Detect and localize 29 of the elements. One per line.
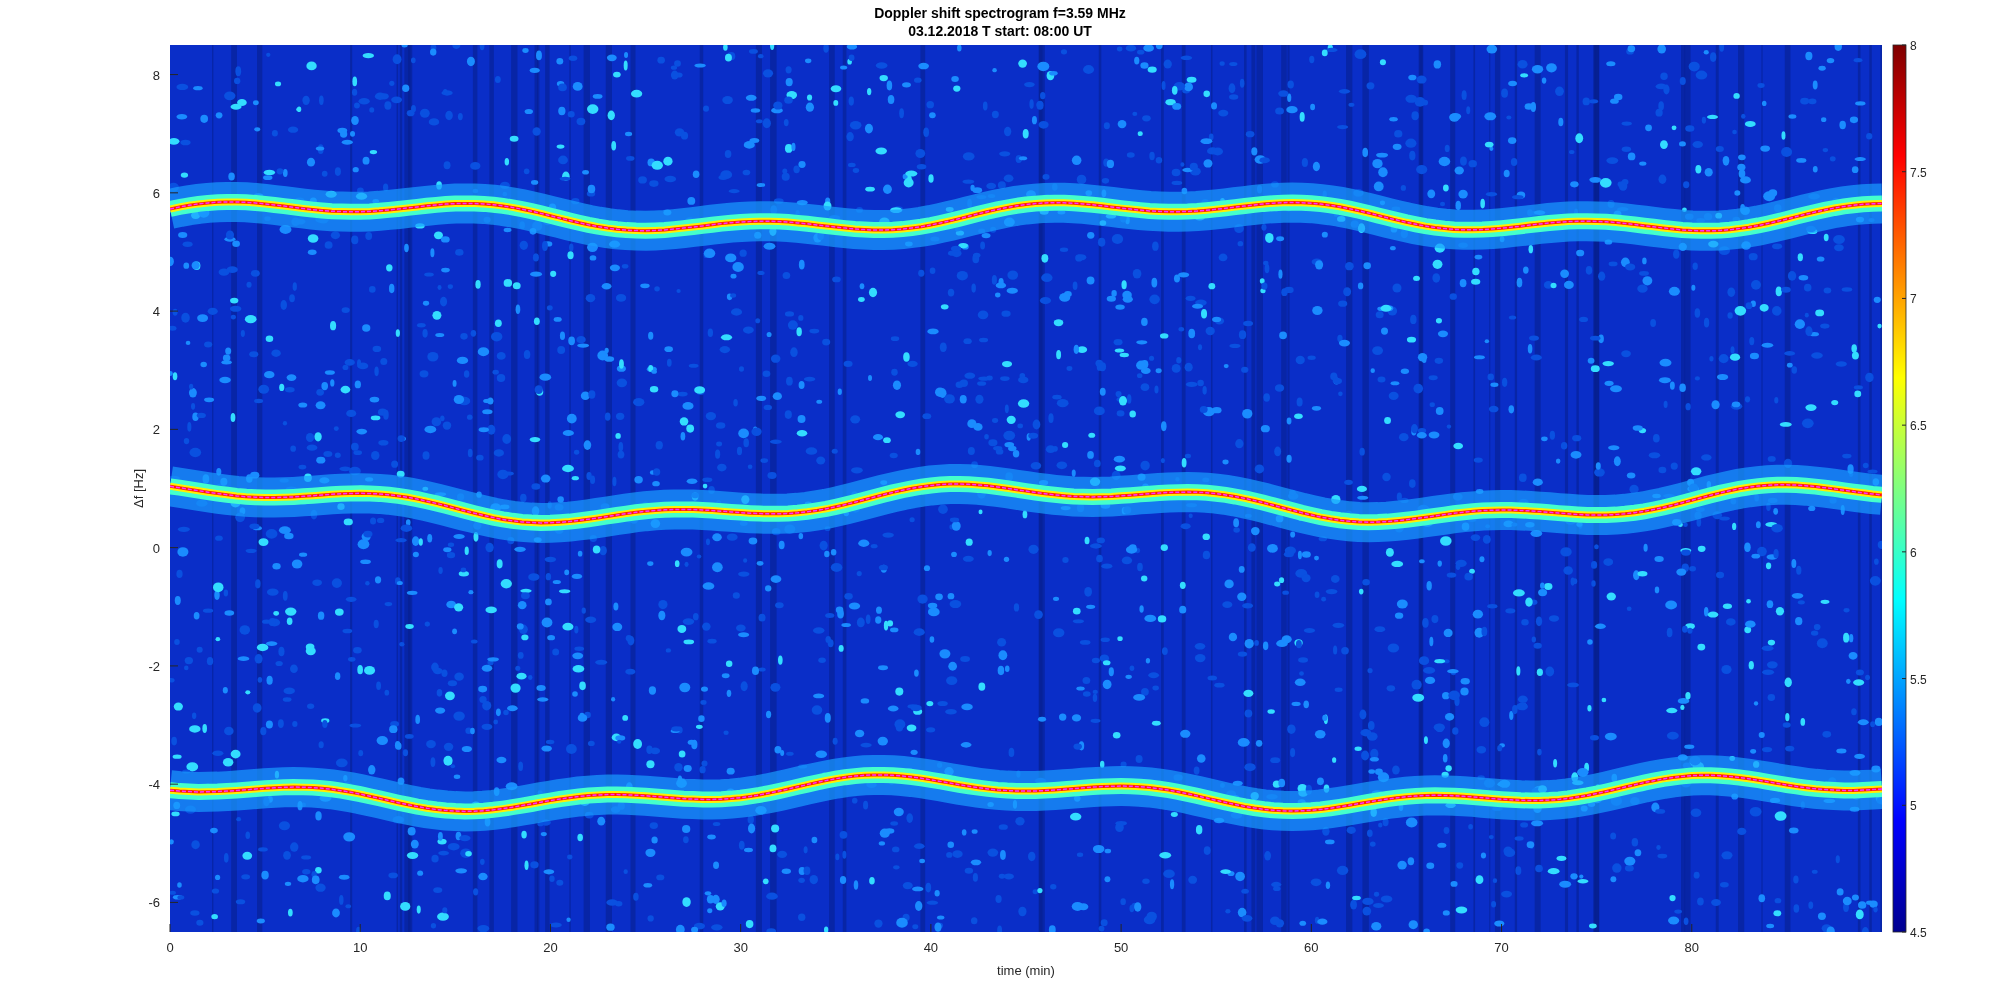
tick-label: 50	[1113, 940, 1129, 955]
tick-label: 8	[152, 67, 160, 83]
tick-label: 8	[1910, 39, 1917, 53]
tick-label: 80	[1684, 940, 1699, 955]
tick-label: -2	[148, 658, 160, 674]
tick-label: 40	[923, 940, 939, 955]
tick-label: 0	[152, 540, 160, 556]
tick-label: 5	[1910, 799, 1917, 814]
tick-label: 60	[1304, 940, 1319, 955]
tick-label: 4	[152, 304, 160, 320]
chart-title: Doppler shift spectrogram f=3.59 MHz	[874, 4, 1126, 22]
chart-title: 03.12.2018 T start: 08:00 UT	[908, 22, 1092, 40]
tick-label: -4	[148, 777, 160, 793]
tick-label: 7.5	[1910, 165, 1927, 180]
tick-label: -6	[148, 895, 160, 911]
tick-label: 6	[152, 185, 160, 201]
tick-label: 5.5	[1910, 672, 1927, 687]
tick-label: 0	[166, 940, 174, 955]
axis-label: time (min)	[997, 963, 1055, 978]
tick-label: 7	[1910, 292, 1917, 307]
tick-label: 4.5	[1910, 926, 1927, 940]
tick-label: 6	[1910, 545, 1917, 560]
tick-label: 6.5	[1910, 419, 1927, 434]
tick-label: 70	[1494, 940, 1509, 955]
tick-label: 10	[353, 940, 368, 955]
axis-label: Δf [Hz]	[131, 469, 146, 508]
tick-label: 20	[543, 940, 558, 955]
tick-label: 2	[152, 422, 160, 438]
tick-label: 30	[733, 940, 748, 955]
